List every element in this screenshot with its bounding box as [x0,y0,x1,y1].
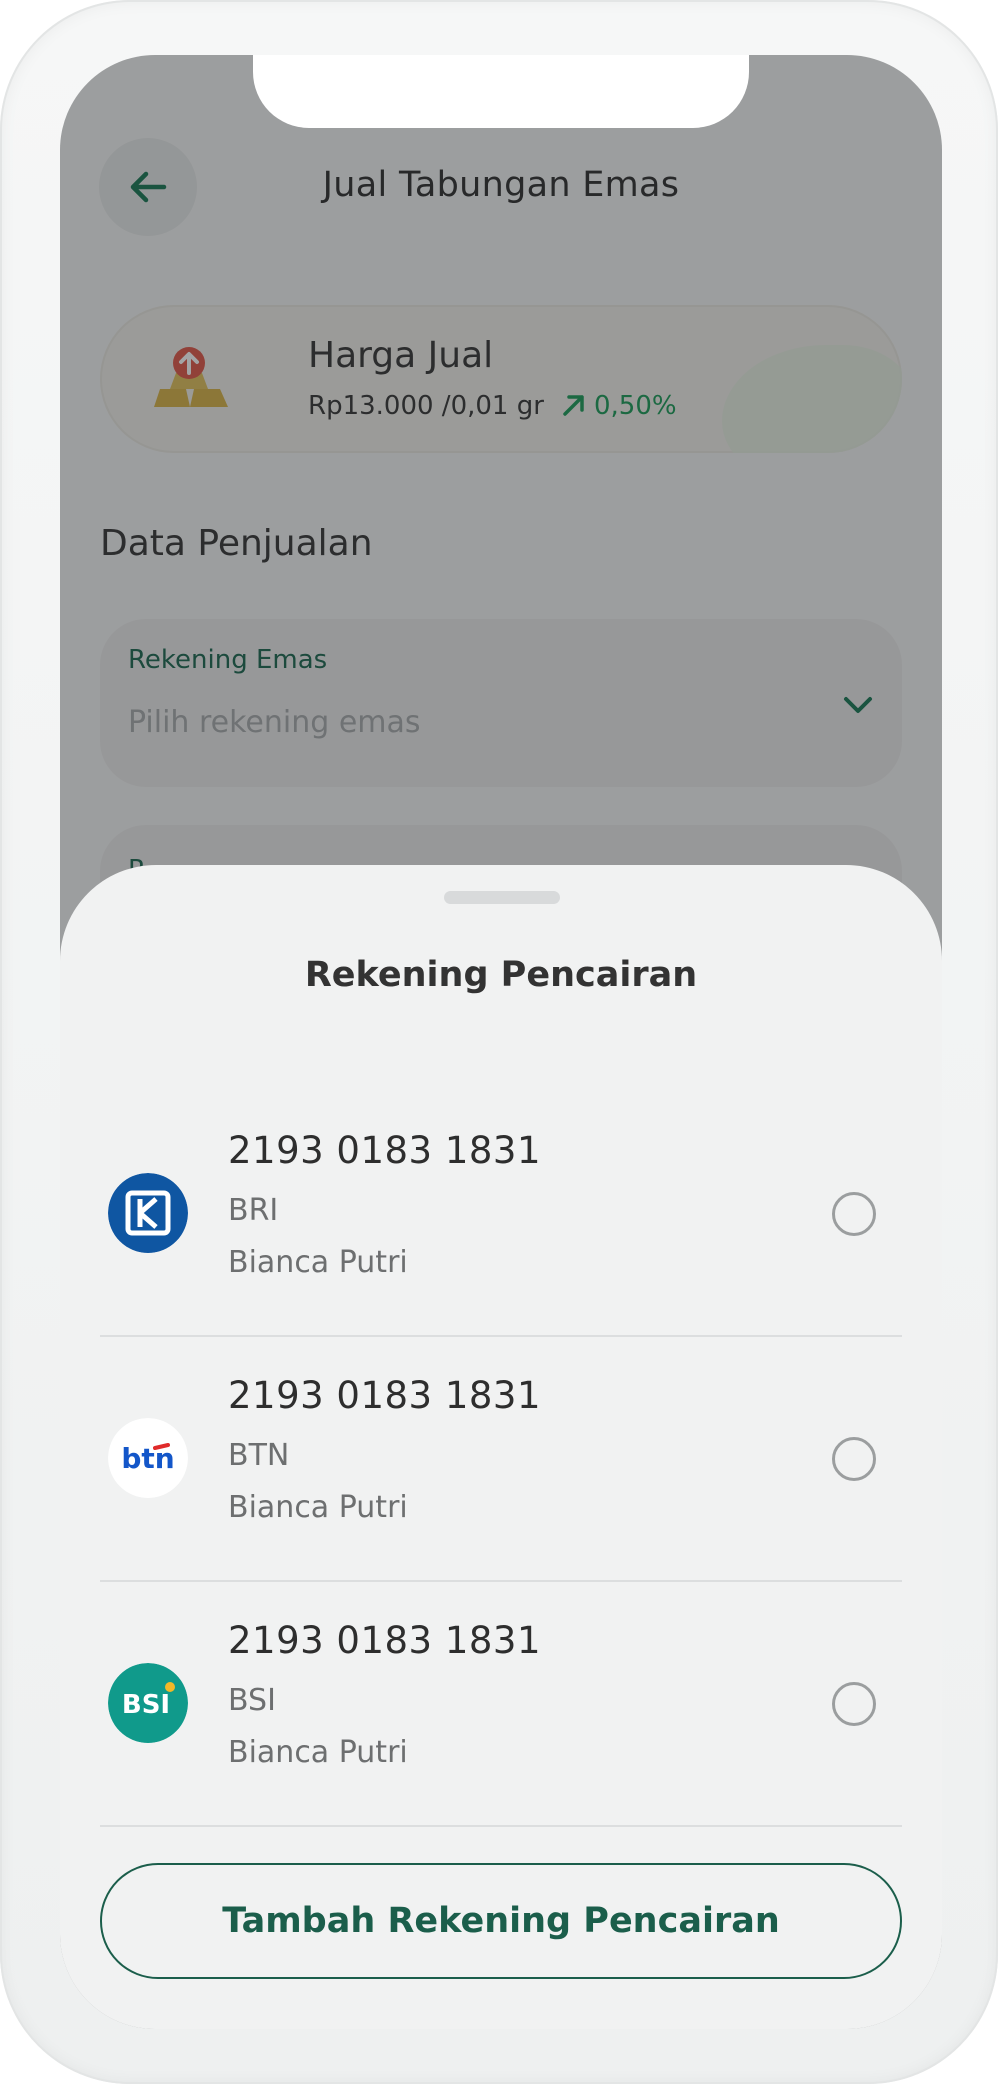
radio-button[interactable] [832,1682,876,1726]
add-withdrawal-account-button[interactable]: Tambah Rekening Pencairan [100,1863,902,1979]
divider [100,1825,902,1827]
btn-logo-icon: btn [108,1418,188,1498]
notch [253,55,749,128]
bank-name: BTN [228,1438,290,1473]
divider [100,1335,902,1337]
account-item-bsi[interactable]: BSI 2193 0183 1831 BSI Bianca Putri [60,1587,942,1831]
withdrawal-account-sheet: Rekening Pencairan 2193 0183 1831 BRI Bi… [60,865,942,2029]
sheet-title: Rekening Pencairan [304,955,698,995]
bri-logo-icon [108,1173,188,1253]
account-item-bri[interactable]: 2193 0183 1831 BRI Bianca Putri [60,1097,942,1341]
account-number: 2193 0183 1831 [228,1129,542,1172]
account-number: 2193 0183 1831 [228,1619,542,1662]
bsi-logo-icon: BSI [108,1663,188,1743]
radio-button[interactable] [832,1192,876,1236]
account-holder: Bianca Putri [228,1735,408,1770]
bank-name: BRI [228,1193,279,1228]
screen: Jual Tabungan Emas Harga Jual Rp13.000 /… [60,55,942,2029]
radio-button[interactable] [832,1437,876,1481]
account-holder: Bianca Putri [228,1245,408,1280]
bsi-logo-text: BSI [122,1690,170,1720]
bank-name: BSI [228,1683,276,1718]
sheet-drag-handle[interactable] [444,891,560,904]
account-holder: Bianca Putri [228,1490,408,1525]
divider [100,1580,902,1582]
account-item-btn[interactable]: btn 2193 0183 1831 BTN Bianca Putri [60,1342,942,1586]
account-number: 2193 0183 1831 [228,1374,542,1417]
